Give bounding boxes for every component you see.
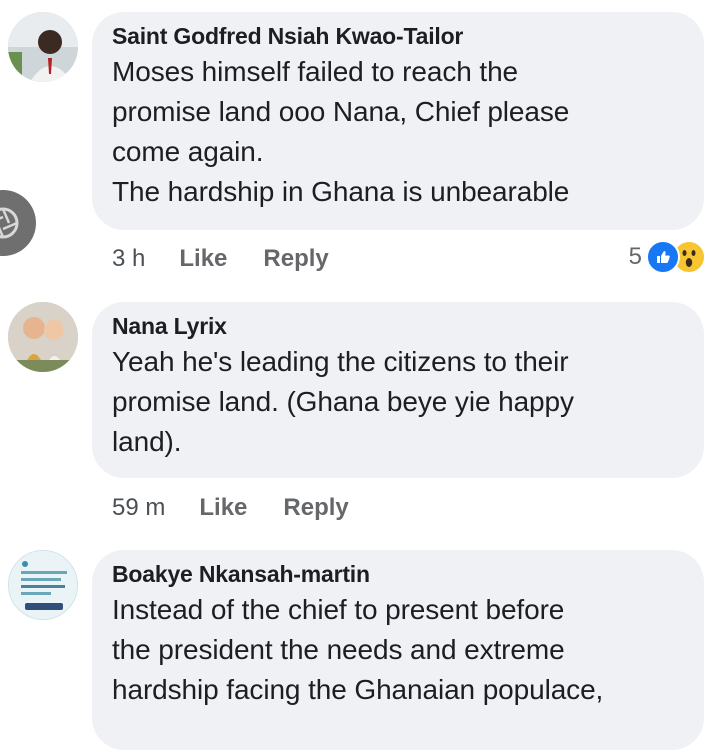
like-button[interactable]: Like (199, 494, 247, 522)
comment-text: Moses himself failed to reach the promis… (112, 56, 570, 207)
comment-bubble[interactable]: Boakye Nkansah-martin Instead of the chi… (92, 550, 704, 750)
comment-actions: 3 h Like Reply (112, 245, 329, 273)
comment-actions: 59 m Like Reply (112, 494, 349, 522)
reaction-count: 5 (628, 243, 642, 270)
camera-shutter-icon[interactable] (0, 190, 36, 256)
like-icon (646, 240, 680, 274)
avatar-photo (8, 302, 78, 372)
comment-author[interactable]: Boakye Nkansah-martin (112, 560, 682, 588)
reply-button[interactable]: Reply (263, 245, 328, 273)
avatar[interactable] (8, 302, 78, 372)
avatar[interactable] (8, 12, 78, 82)
comment-timestamp[interactable]: 59 m (112, 494, 165, 522)
aperture-icon (0, 207, 19, 239)
comment-bubble[interactable]: Nana Lyrix Yeah he's leading the citizen… (92, 302, 704, 478)
reaction-summary[interactable]: 5 (629, 240, 706, 274)
comment-author[interactable]: Nana Lyrix (112, 312, 682, 340)
comment-text: Instead of the chief to present before t… (112, 594, 604, 705)
avatar[interactable] (8, 550, 78, 620)
reply-button[interactable]: Reply (283, 494, 348, 522)
comment-text: Yeah he's leading the citizens to their … (112, 346, 574, 457)
avatar-photo (8, 12, 78, 82)
like-button[interactable]: Like (179, 245, 227, 273)
comment-author[interactable]: Saint Godfred Nsiah Kwao-Tailor (112, 22, 682, 50)
comment-timestamp[interactable]: 3 h (112, 245, 145, 273)
avatar-photo (9, 551, 77, 619)
comment-bubble[interactable]: Saint Godfred Nsiah Kwao-Tailor Moses hi… (92, 12, 704, 230)
